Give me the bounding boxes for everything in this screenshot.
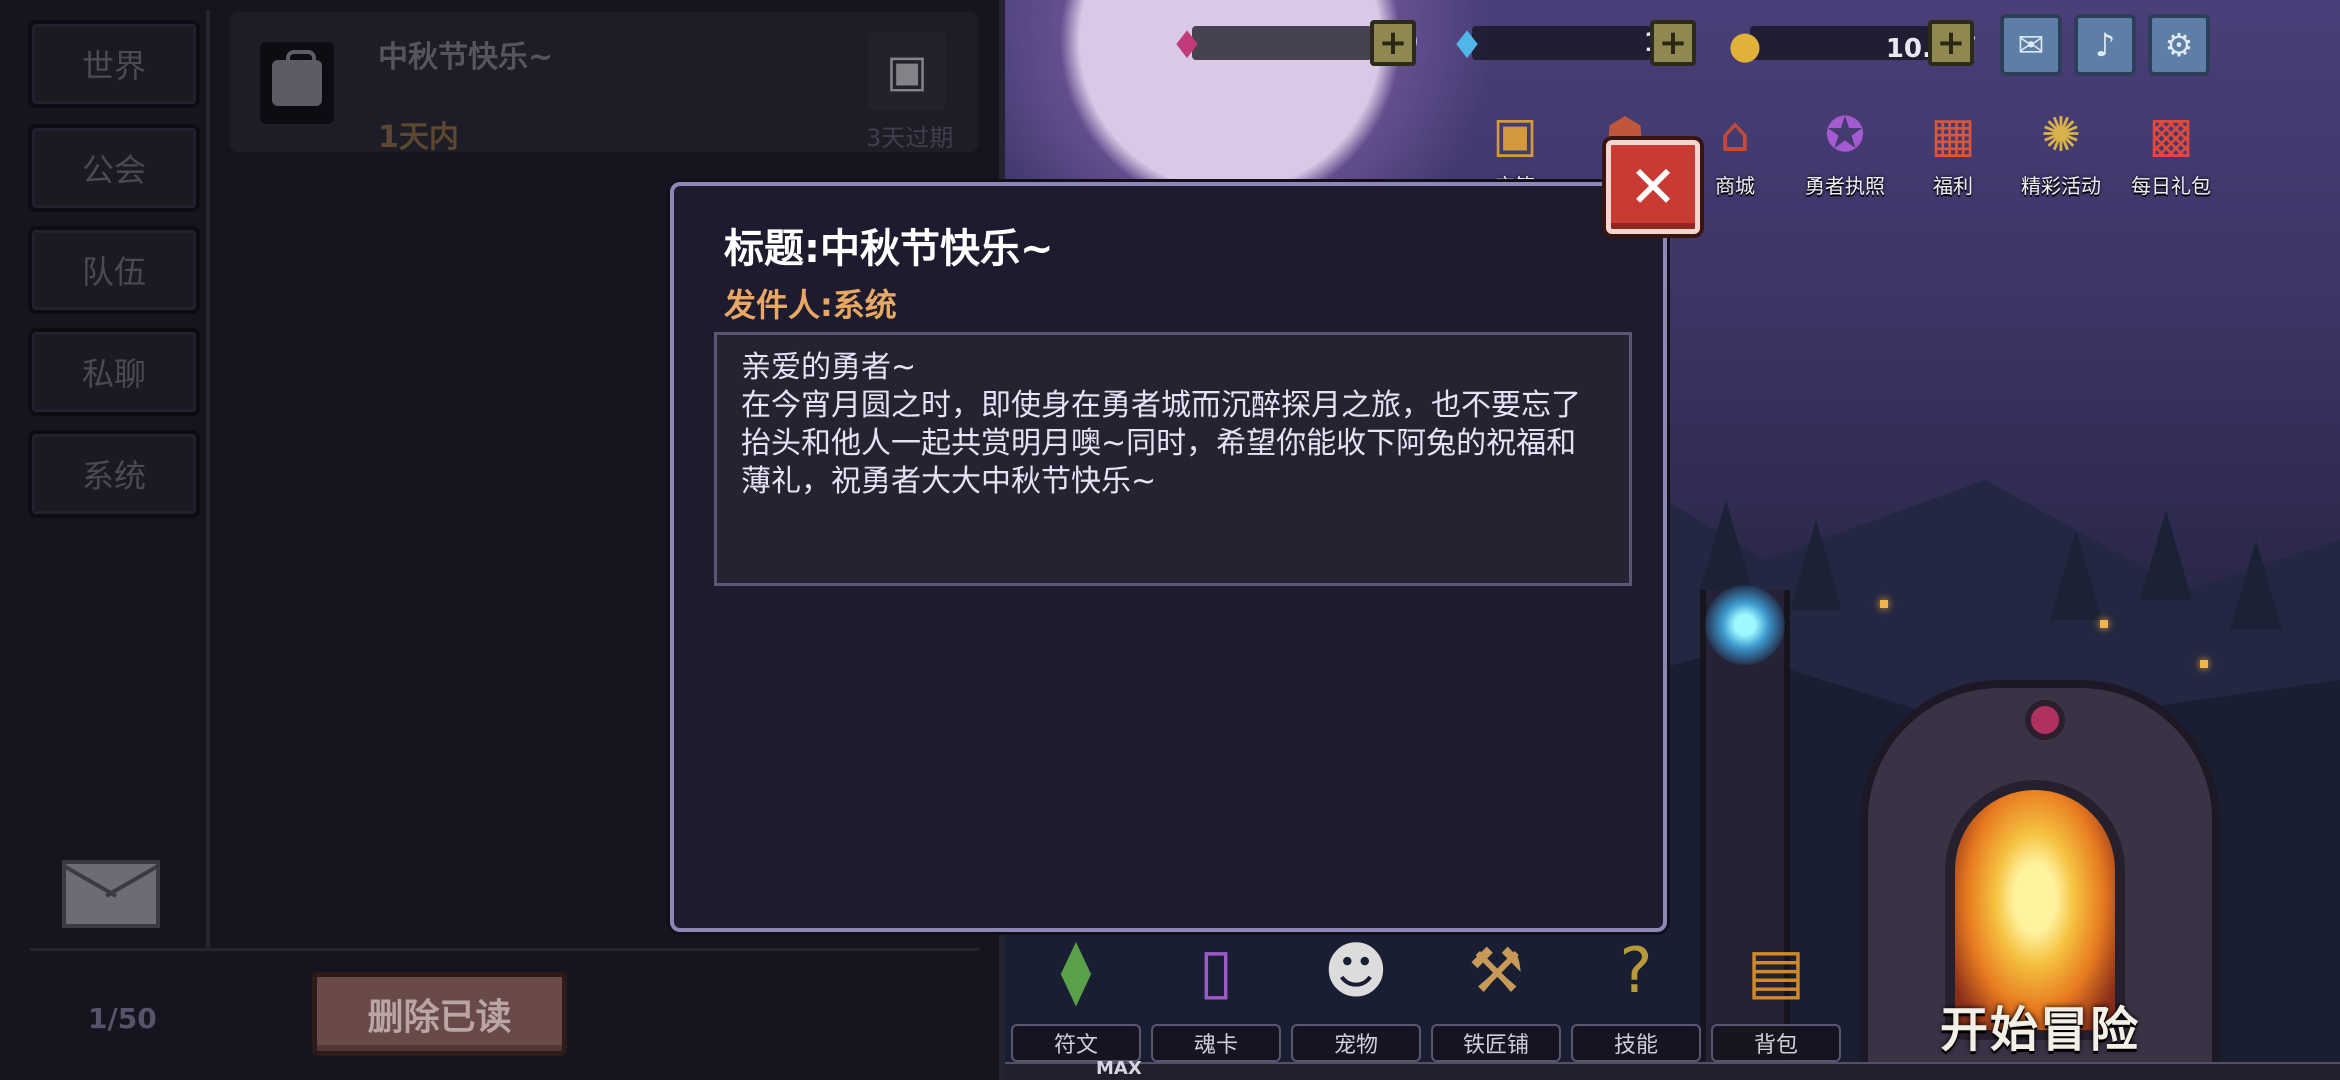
gold-counter: ● 10.2万 + — [1720, 20, 1980, 67]
mail-button[interactable]: ✉ — [2000, 14, 2062, 76]
window-light — [1880, 600, 1888, 608]
blue-diamond-icon: ♦ — [1449, 23, 1485, 67]
shop-icon: ⌂ — [1719, 107, 1751, 163]
mail-item-time: 1天内 — [378, 120, 459, 155]
bottom-soul-card[interactable]: ▯ 魂卡 — [1151, 920, 1281, 1062]
daily-gift-icon: ▩ — [2148, 107, 2194, 163]
feature-label: 福利 — [1933, 174, 1973, 198]
event-icon: ✺ — [2040, 107, 2082, 163]
envelope-icon[interactable] — [62, 860, 160, 928]
window-light — [2100, 620, 2108, 628]
red-gem-icon: ♦ — [1169, 23, 1205, 67]
mail-detail-dialog: 标题:中秋节快乐~ 发件人:系统 亲爱的勇者~ 在今宵月圆之时，即使身在勇者城而… — [670, 182, 1667, 932]
mail-icon: ✉ — [2017, 26, 2045, 64]
feature-label: 每日礼包 — [2131, 174, 2211, 198]
feature-label: 勇者执照 — [1805, 174, 1885, 198]
bottom-label: 铁匠铺 — [1431, 1024, 1561, 1062]
window-light — [2200, 660, 2208, 668]
bottom-skill[interactable]: ? 技能 — [1571, 920, 1701, 1062]
close-icon: ✕ — [1628, 153, 1678, 221]
sound-button[interactable]: ♪ — [2074, 14, 2136, 76]
tab-world[interactable]: 世界 — [28, 20, 200, 108]
dialog-sender: 发件人:系统 — [724, 286, 897, 324]
portal-gem — [2025, 700, 2065, 740]
settings-gear-icon: ⚙ — [2164, 26, 2194, 64]
bottom-label: 符文 — [1011, 1024, 1141, 1062]
mail-item-expire: 3天过期 — [866, 124, 954, 152]
gold-coin-icon: ● — [1728, 23, 1762, 67]
diamond-counter: ♦ 132 + — [1442, 20, 1702, 67]
dialog-body-text: 亲爱的勇者~ 在今宵月圆之时，即使身在勇者城而沉醉探月之旅，也不要忘了抬头和他人… — [741, 350, 1581, 499]
pet-icon: ☻ — [1323, 933, 1389, 1007]
skill-book-icon: ? — [1619, 933, 1653, 1007]
glowing-orb — [1705, 585, 1785, 665]
bottom-backpack[interactable]: ▤ 背包 — [1711, 920, 1841, 1062]
treasure-chest-icon: ▣ — [1492, 107, 1538, 163]
channel-tabs: 世界 公会 队伍 私聊 系统 — [10, 10, 210, 950]
start-adventure-button[interactable]: 开始冒险 — [1940, 990, 2140, 1060]
close-button[interactable]: ✕ — [1606, 140, 1700, 234]
feature-label: 精彩活动 — [2021, 174, 2101, 198]
add-diamonds-button[interactable]: + — [1650, 20, 1696, 66]
feature-welfare[interactable]: ▦ 福利 — [1908, 100, 1998, 199]
feature-shop[interactable]: ⌂ 商城 — [1690, 100, 1780, 199]
mail-item-title: 中秋节快乐~ — [378, 40, 554, 75]
briefcase-icon — [260, 42, 334, 124]
tab-team[interactable]: 队伍 — [28, 226, 200, 314]
hero-license-icon: ✪ — [1824, 107, 1866, 163]
welfare-gift-icon: ▦ — [1930, 107, 1976, 163]
tab-system[interactable]: 系统 — [28, 430, 200, 518]
bottom-pet[interactable]: ☻ 宠物 — [1291, 920, 1421, 1062]
feature-events[interactable]: ✺ 精彩活动 — [2016, 100, 2106, 199]
bottom-label: 宠物 — [1291, 1024, 1421, 1062]
page-count: 1/50 — [88, 1002, 157, 1035]
feature-hero-license[interactable]: ✪ 勇者执照 — [1800, 100, 1890, 199]
bottom-label: 技能 — [1571, 1024, 1701, 1062]
dialog-body: 亲爱的勇者~ 在今宵月圆之时，即使身在勇者城而沉醉探月之旅，也不要忘了抬头和他人… — [714, 332, 1632, 586]
dialog-title: 标题:中秋节快乐~ — [724, 226, 1054, 272]
feature-label: 商城 — [1715, 174, 1755, 198]
pine-tree — [1790, 520, 1842, 610]
bottom-rune[interactable]: ⧫ 符文 — [1011, 920, 1141, 1062]
max-label: MAX — [1096, 1058, 1142, 1079]
bottom-label: 背包 — [1711, 1024, 1841, 1062]
reward-chest-icon: ▣ — [868, 32, 946, 110]
settings-button[interactable]: ⚙ — [2148, 14, 2210, 76]
gem-counter: ♦ 0 + — [1162, 20, 1422, 67]
tab-private[interactable]: 私聊 — [28, 328, 200, 416]
tab-guild[interactable]: 公会 — [28, 124, 200, 212]
pine-tree — [2050, 530, 2102, 620]
add-gems-button[interactable]: + — [1370, 20, 1416, 66]
feature-daily-gift[interactable]: ▩ 每日礼包 — [2126, 100, 2216, 199]
divider — [30, 948, 980, 951]
pine-tree — [1700, 500, 1752, 590]
backpack-icon: ▤ — [1746, 933, 1806, 1007]
soul-card-icon: ▯ — [1198, 933, 1234, 1007]
bottom-label: 魂卡 — [1151, 1024, 1281, 1062]
blacksmith-icon: ⚒ — [1468, 933, 1524, 1007]
speaker-icon: ♪ — [2094, 26, 2116, 64]
bottom-blacksmith[interactable]: ⚒ 铁匠铺 — [1431, 920, 1561, 1062]
delete-read-button[interactable]: 删除已读 — [312, 972, 567, 1056]
rune-icon: ⧫ — [1060, 933, 1092, 1007]
mail-list-item[interactable]: 中秋节快乐~ 1天内 ▣ 3天过期 — [230, 12, 978, 155]
pine-tree — [2140, 510, 2192, 600]
add-gold-button[interactable]: + — [1928, 20, 1974, 66]
pine-tree — [2230, 540, 2282, 630]
